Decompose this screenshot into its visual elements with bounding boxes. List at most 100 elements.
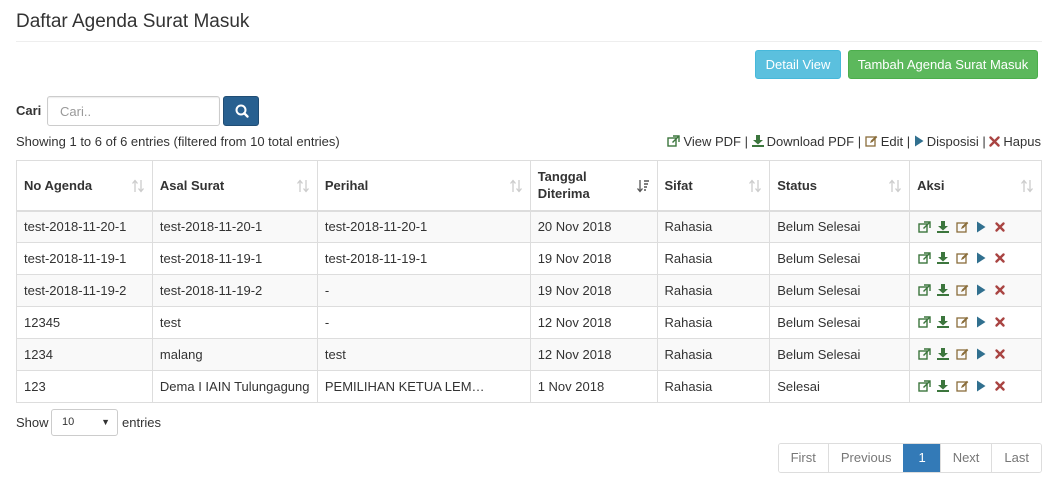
play-icon xyxy=(977,221,986,233)
view-pdf-action[interactable] xyxy=(918,380,934,394)
search-input[interactable] xyxy=(47,96,220,126)
play-icon xyxy=(977,380,986,392)
edit-icon xyxy=(956,221,969,233)
download-pdf-action[interactable] xyxy=(937,252,953,266)
cell-aksi xyxy=(909,306,1042,339)
pagination-next[interactable]: Next xyxy=(939,444,992,472)
pagination-last[interactable]: Last xyxy=(991,444,1041,472)
column-header-tanggal-diterima[interactable]: Tanggal Diterima xyxy=(529,160,658,212)
caret-down-icon: ▼ xyxy=(101,417,110,427)
disposisi-action[interactable] xyxy=(975,348,991,362)
download-pdf-action[interactable] xyxy=(937,316,953,330)
hapus-action[interactable] xyxy=(994,252,1010,266)
disposisi-action[interactable] xyxy=(975,284,991,298)
pagination: First Previous 1 Next Last xyxy=(777,443,1042,473)
hapus-action[interactable] xyxy=(994,380,1010,394)
column-header-status[interactable]: Status xyxy=(769,160,911,212)
download-icon xyxy=(751,135,764,147)
download-pdf-action[interactable] xyxy=(937,348,953,362)
cell-tanggal-diterima: 12 Nov 2018 xyxy=(529,306,658,339)
download-pdf-action[interactable] xyxy=(937,220,953,235)
column-header-perihal[interactable]: Perihal xyxy=(316,160,531,212)
play-icon xyxy=(977,284,986,296)
cell-no-agenda: 1234 xyxy=(16,338,153,371)
search-button[interactable] xyxy=(223,96,259,126)
table-row: 1234 malang test 12 Nov 2018 Rahasia Belum Se… xyxy=(16,338,1042,371)
play-icon xyxy=(977,348,986,360)
pagination-first[interactable]: First xyxy=(778,444,828,472)
column-header-no-agenda[interactable]: No Agenda xyxy=(16,160,153,212)
page-title: Daftar Agenda Surat Masuk xyxy=(16,11,250,32)
legend-separator: | xyxy=(982,134,986,149)
column-header-asal-surat[interactable]: Asal Surat xyxy=(151,160,318,212)
column-header-label: Status xyxy=(777,177,817,193)
external-link-icon xyxy=(918,252,931,264)
page-length-select[interactable]: 10 ▼ xyxy=(51,409,118,436)
table-info: Showing 1 to 6 of 6 entries (filtered fr… xyxy=(16,134,340,149)
edit-icon xyxy=(956,285,969,296)
cell-sifat: Rahasia xyxy=(656,306,771,339)
download-icon xyxy=(937,284,950,297)
external-link-icon xyxy=(918,316,931,328)
remove-icon xyxy=(995,253,1005,263)
external-link-icon xyxy=(667,135,681,147)
hapus-action[interactable] xyxy=(994,348,1010,362)
pagination-previous[interactable]: Previous xyxy=(827,444,904,472)
download-icon xyxy=(937,316,950,329)
sort-icon xyxy=(749,179,762,193)
edit-icon xyxy=(956,317,969,328)
pagination-page-1[interactable]: 1 xyxy=(903,444,940,472)
disposisi-action[interactable] xyxy=(975,316,991,330)
edit-action[interactable] xyxy=(956,221,972,235)
cell-sifat: Rahasia xyxy=(656,210,771,243)
legend-edit: Edit xyxy=(865,134,903,149)
legend-download-pdf: Download PDF xyxy=(751,134,854,149)
add-agenda-button[interactable]: Tambah Agenda Surat Masuk xyxy=(848,50,1038,79)
legend-view-pdf-label: View PDF xyxy=(683,134,741,149)
cell-perihal: - xyxy=(316,274,531,307)
download-pdf-action[interactable] xyxy=(937,284,953,298)
edit-action[interactable] xyxy=(956,348,972,362)
edit-action[interactable] xyxy=(956,380,972,394)
hapus-action[interactable] xyxy=(994,284,1010,298)
edit-action[interactable] xyxy=(956,252,972,266)
legend-edit-label: Edit xyxy=(880,134,904,149)
cell-perihal: test xyxy=(316,338,531,371)
hapus-action[interactable] xyxy=(994,221,1010,235)
edit-icon xyxy=(956,253,969,264)
table-row: test-2018-11-20-1 test-2018-11-20-1 test-2… xyxy=(16,210,1042,243)
action-legend: View PDF | Download PDF | Edit | Disposi… xyxy=(667,134,1041,149)
view-pdf-action[interactable] xyxy=(918,284,934,298)
remove-icon xyxy=(995,381,1005,391)
disposisi-action[interactable] xyxy=(975,221,991,235)
external-link-icon xyxy=(918,284,931,296)
cell-no-agenda: test-2018-11-19-1 xyxy=(16,242,153,275)
view-pdf-action[interactable] xyxy=(918,348,934,362)
view-pdf-action[interactable] xyxy=(918,220,934,235)
view-pdf-action[interactable] xyxy=(918,316,934,330)
cell-no-agenda: test-2018-11-19-2 xyxy=(16,274,153,307)
edit-action[interactable] xyxy=(956,284,972,298)
sort-icon xyxy=(889,179,902,193)
hapus-action[interactable] xyxy=(994,316,1010,330)
page-length-value: 10 xyxy=(62,416,75,428)
cell-perihal: PEMILIHAN KETUA LEM… xyxy=(316,370,531,403)
cell-status: Belum Selesai xyxy=(769,274,911,307)
page-header: Daftar Agenda Surat Masuk xyxy=(16,0,1042,42)
detail-view-button[interactable]: Detail View xyxy=(755,50,841,79)
cell-asal-surat: test xyxy=(151,306,318,339)
column-header-aksi[interactable]: Aksi xyxy=(909,160,1042,212)
disposisi-action[interactable] xyxy=(975,252,991,266)
column-header-label: Perihal xyxy=(324,177,369,193)
download-pdf-action[interactable] xyxy=(937,380,953,394)
edit-action[interactable] xyxy=(956,316,972,330)
external-link-icon xyxy=(918,348,931,360)
column-header-label: Asal Surat xyxy=(159,177,225,193)
cell-asal-surat: malang xyxy=(151,338,318,371)
cell-status: Belum Selesai xyxy=(769,338,911,371)
agenda-table: No Agenda Asal Surat Perihal Tanggal Dit… xyxy=(16,160,1042,403)
cell-status: Selesai xyxy=(769,370,911,403)
view-pdf-action[interactable] xyxy=(918,252,934,266)
column-header-sifat[interactable]: Sifat xyxy=(656,160,771,212)
disposisi-action[interactable] xyxy=(975,380,991,394)
